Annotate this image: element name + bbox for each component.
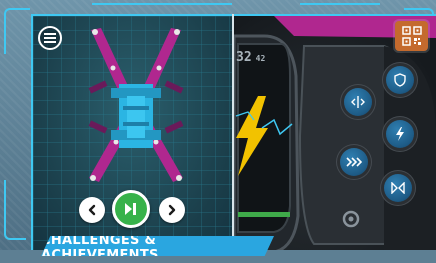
next-step-button[interactable] <box>159 197 185 223</box>
build-view-panel <box>31 14 232 250</box>
banner-label: CHALLENGES & ACHIEVEMENTS <box>41 233 159 263</box>
steer-button[interactable] <box>344 88 372 116</box>
boost-button[interactable] <box>340 148 368 176</box>
play-step-icon <box>125 203 136 215</box>
challenges-achievements-banner[interactable]: CHALLENGES & ACHIEVEMENTS <box>41 236 274 256</box>
menu-button[interactable] <box>38 26 62 50</box>
hud-bracket-top-2 <box>300 3 380 11</box>
speed-readout: 32 42 <box>236 50 265 65</box>
hud-bracket-top <box>92 3 232 11</box>
qr-code-icon <box>401 26 422 46</box>
speed-value: 32 <box>236 50 252 65</box>
scan-button[interactable] <box>395 21 428 51</box>
speed-chevrons-icon <box>346 157 362 167</box>
hamburger-menu-icon <box>44 33 56 43</box>
hud-bracket-top-left <box>4 8 30 54</box>
speed-unit: 42 <box>255 54 266 63</box>
play-step-button[interactable] <box>112 190 150 228</box>
previous-step-button[interactable] <box>79 197 105 223</box>
bowtie-icon <box>391 182 405 194</box>
bowtie-button[interactable] <box>384 174 412 202</box>
shield-icon <box>394 73 406 87</box>
chevron-right-icon <box>168 204 176 216</box>
steer-icon <box>351 96 365 108</box>
lightning-icon <box>396 127 404 141</box>
chevron-left-icon <box>88 204 96 216</box>
robot-model-image <box>88 28 184 182</box>
hud-bracket-bottom-left <box>4 180 26 240</box>
lightning-button[interactable] <box>386 120 414 148</box>
shield-button[interactable] <box>386 66 414 94</box>
